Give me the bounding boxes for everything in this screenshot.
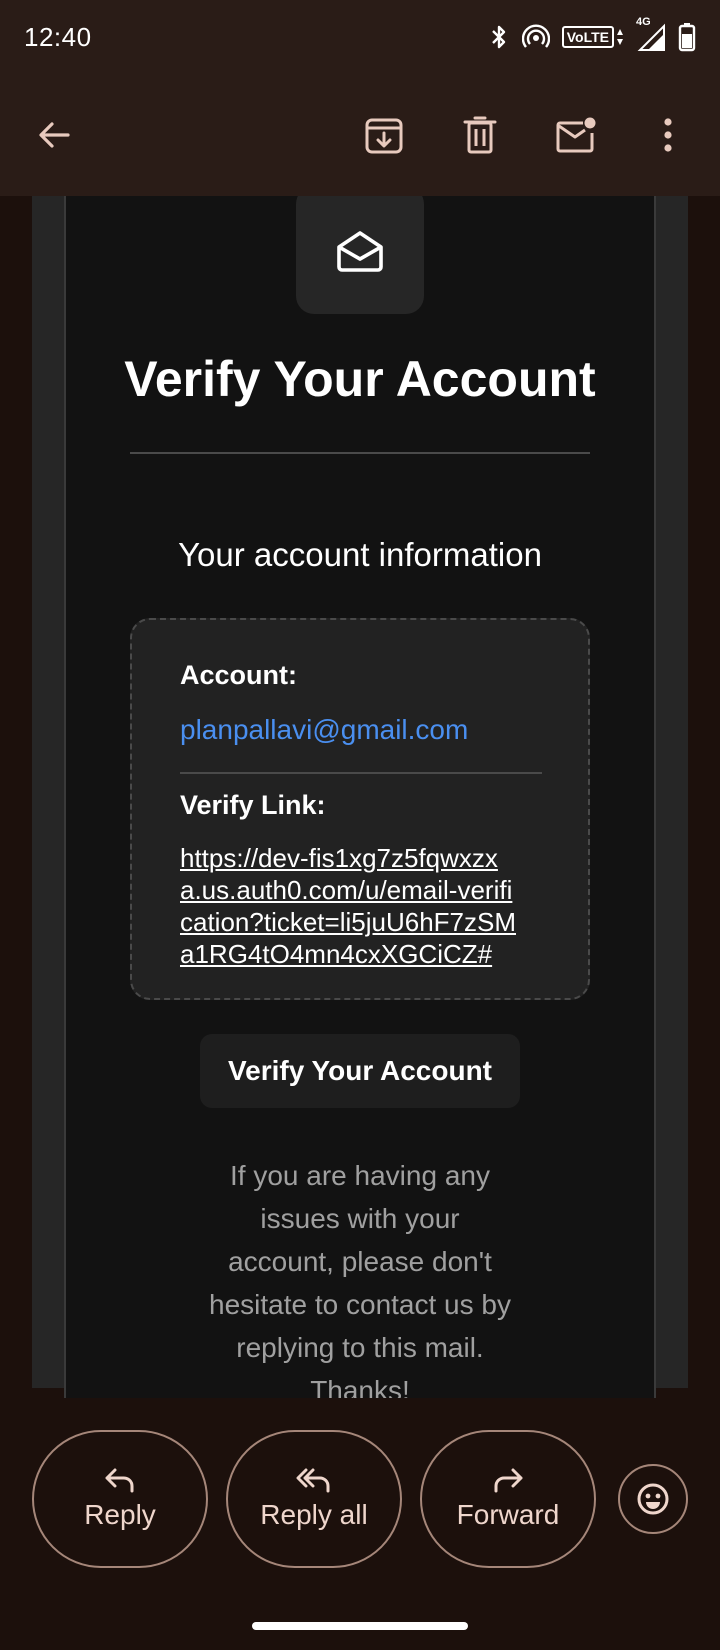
hotspot-icon bbox=[521, 23, 550, 51]
email-logo bbox=[296, 196, 424, 314]
footer-line: issues with your bbox=[260, 1203, 460, 1234]
emoji-react-button[interactable] bbox=[618, 1464, 688, 1534]
footer-line: hesitate to contact us by bbox=[209, 1289, 511, 1320]
info-divider bbox=[180, 772, 542, 774]
reply-all-button[interactable]: Reply all bbox=[226, 1430, 402, 1568]
account-label: Account: bbox=[180, 660, 297, 690]
delete-icon bbox=[463, 116, 497, 154]
account-email-link[interactable]: planpallavi@gmail.com bbox=[180, 714, 468, 746]
heading-divider bbox=[130, 452, 590, 454]
reply-button[interactable]: Reply bbox=[32, 1430, 208, 1568]
signal-icon: 4G bbox=[636, 16, 666, 52]
forward-icon bbox=[494, 1468, 523, 1493]
footer-text: If you are having any issues with your a… bbox=[180, 1154, 540, 1412]
footer-line: account, please don't bbox=[228, 1246, 492, 1277]
account-info-heading: Your account information bbox=[178, 536, 542, 573]
open-envelope-icon bbox=[337, 231, 383, 272]
verify-account-button[interactable]: Verify Your Account bbox=[200, 1034, 520, 1108]
delete-button[interactable] bbox=[452, 107, 508, 163]
footer-line: replying to this mail. bbox=[236, 1332, 484, 1363]
verify-link-line: cation?ticket=li5juU6hF7zSM bbox=[180, 907, 516, 937]
forward-button[interactable]: Forward bbox=[420, 1430, 596, 1568]
volte-icon: VoLTE bbox=[561, 26, 624, 48]
mark-unread-button[interactable] bbox=[548, 107, 604, 163]
bluetooth-icon bbox=[488, 23, 510, 51]
footer-line: If you are having any bbox=[230, 1160, 490, 1191]
emoji-react-icon bbox=[637, 1483, 669, 1515]
more-options-button[interactable] bbox=[640, 107, 696, 163]
battery-icon bbox=[678, 22, 696, 52]
status-time: 12:40 bbox=[24, 21, 92, 52]
back-button[interactable] bbox=[26, 107, 82, 163]
verify-link-line: a1RG4tO4mn4cxXGCiCZ# bbox=[180, 939, 493, 969]
action-bar: Reply Reply all Forward bbox=[0, 1398, 720, 1598]
reply-all-label: Reply all bbox=[260, 1499, 368, 1530]
verify-link-label: Verify Link: bbox=[180, 790, 326, 820]
status-icons: VoLTE 4G bbox=[488, 16, 696, 52]
back-arrow-icon bbox=[39, 122, 70, 148]
more-options-icon bbox=[664, 118, 672, 152]
forward-label: Forward bbox=[456, 1499, 560, 1530]
reply-all-icon bbox=[296, 1468, 330, 1493]
mark-unread-icon bbox=[556, 117, 596, 153]
email-heading: Verify Your Account bbox=[124, 351, 596, 407]
reply-label: Reply bbox=[84, 1499, 156, 1530]
verify-link-line: a.us.auth0.com/u/email-verifi bbox=[180, 875, 513, 905]
verify-link[interactable]: https://dev-fis1xg7z5fqwxzx a.us.auth0.c… bbox=[180, 842, 550, 970]
status-bar: 12:40 VoLTE 4G bbox=[0, 0, 720, 74]
email-toolbar bbox=[0, 74, 720, 196]
account-info-box: Account: planpallavi@gmail.com Verify Li… bbox=[130, 618, 590, 1000]
verify-link-line: https://dev-fis1xg7z5fqwxzx bbox=[180, 843, 498, 873]
home-indicator[interactable] bbox=[252, 1622, 468, 1630]
archive-icon bbox=[365, 118, 403, 154]
reply-icon bbox=[105, 1468, 134, 1493]
archive-button[interactable] bbox=[356, 107, 412, 163]
